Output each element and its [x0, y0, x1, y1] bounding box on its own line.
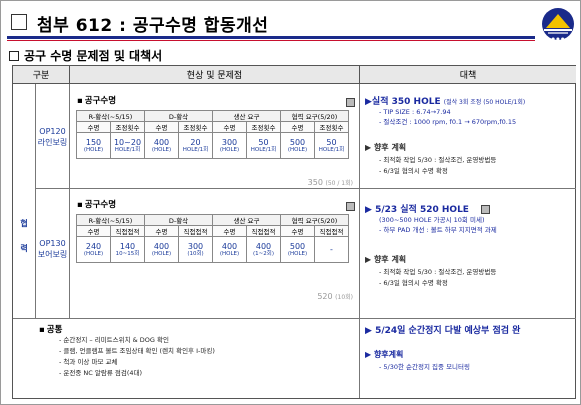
sub-col: 조정횟수 — [110, 121, 145, 133]
sub-col: 수명 — [212, 121, 247, 133]
row2-item-title: ▪ 공구수명 — [77, 200, 117, 210]
sub-col: 수명 — [144, 121, 179, 133]
row1-measure-note: - 절삭조건 : 1000 rpm, f0.1 → 670rpm,f0.15 — [379, 118, 517, 126]
common-list: - 순간정지 – 리미트스위치 & DOG 확인 - 클램, 언클램프 볼트 조… — [59, 335, 215, 379]
checkbox-square-icon — [11, 14, 27, 30]
section-title: 공구 수명 문제점 및 대책서 — [9, 47, 162, 64]
row1-tool-life-table: R-황삭(~5/15) D-황삭 생산 요구 협력 요구(5/20) 수명 조정… — [76, 110, 349, 159]
col-header-measure: 대책 — [359, 66, 576, 84]
sub-col: 직접접적 — [246, 225, 281, 237]
sub-header: 협력 요구(5/20) — [280, 110, 349, 122]
sub-col: 수명 — [280, 121, 315, 133]
divider — [35, 188, 576, 189]
value-cell: 400 (HOLE) — [212, 236, 247, 263]
value-cell: 300 (HOLE) — [212, 132, 247, 159]
divider — [69, 84, 70, 318]
chart-thumbnail-icon[interactable] — [346, 98, 355, 107]
value-cell: 50 HOLE/1회 — [314, 132, 349, 159]
value-cell: 500 (HOLE) — [280, 132, 315, 159]
sub-col: 직접접적 — [314, 225, 349, 237]
slide: 첨부 612 : 공구수명 합동개선 ● ● ● 공구 수명 문제점 및 대책서… — [0, 0, 581, 405]
row2-total: 520 (10회) — [317, 292, 353, 301]
sub-header: 협력 요구(5/20) — [280, 214, 349, 226]
value-cell: 20 HOLE/1회 — [178, 132, 213, 159]
issue-table: 구분 현상 및 문제점 대책 협 력 OP120 라인보링 OP130 보어보링 ▪… — [12, 65, 576, 399]
sub-col: 수명 — [280, 225, 315, 237]
common-item: - 순간정지 – 리미트스위치 & DOG 확인 — [59, 336, 169, 344]
value-cell: 300 (10회) — [178, 236, 213, 263]
category-char-2: 력 — [20, 244, 28, 253]
value-cell: 50 HOLE/1회 — [246, 132, 281, 159]
chart-thumbnail-icon[interactable] — [346, 202, 355, 211]
chart-thumbnail-icon[interactable] — [481, 205, 490, 214]
sub-col: 조정횟수 — [246, 121, 281, 133]
value-cell: 140 10~15회 — [110, 236, 145, 263]
title-rule-red — [7, 40, 535, 41]
divider — [13, 318, 576, 319]
page-title: 첨부 612 : 공구수명 합동개선 — [37, 16, 269, 36]
sub-col: 수명 — [76, 121, 111, 133]
sub-col: 수명 — [212, 225, 247, 237]
value-cell: 10~20 HOLE/1회 — [110, 132, 145, 159]
value-cell: 400 (1~2회) — [246, 236, 281, 263]
row-label-op130: OP130 보어보링 — [37, 239, 68, 259]
common-measure-title: ▶ 5/24일 순간정지 다발 예상부 점검 완 — [365, 326, 521, 336]
company-logo-icon: ● ● ● — [542, 8, 574, 41]
sub-header: D-황삭 — [144, 110, 213, 122]
svg-text:● ● ●: ● ● ● — [551, 36, 565, 41]
title-rule — [7, 36, 535, 39]
category-char-1: 협 — [20, 219, 28, 228]
col-header-issue: 현상 및 문제점 — [69, 66, 359, 84]
row1-plan-item: - 6/3일 협의시 수명 확정 — [379, 167, 448, 175]
row1-measure-note: - TIP SIZE : 6.74→7.94 — [379, 108, 451, 116]
row1-item-title: ▪ 공구수명 — [77, 96, 117, 106]
common-plan-title: ▶ 향후계획 — [365, 350, 404, 359]
row1-total: 350 (50 / 1회) — [307, 178, 353, 187]
value-cell: - — [314, 236, 349, 263]
row2-plan-item: - 6/3일 협의시 수명 확정 — [379, 279, 448, 287]
sub-header: R-황삭(~5/15) — [76, 110, 145, 122]
row-label-op120: OP120 라인보링 — [37, 127, 68, 147]
row2-tool-life-table: R-황삭(~5/15) D-황삭 생산 요구 협력 요구(5/20) 수명 직접… — [76, 214, 349, 263]
sub-header: 생산 요구 — [212, 110, 281, 122]
sub-col: 직접접적 — [110, 225, 145, 237]
sub-col: 수명 — [76, 225, 111, 237]
row2-measure-title: ▶ 5/23 실적 520 HOLE — [365, 205, 469, 215]
row2-plan-item: - 최적화 작업 5/30 : 절삭조건, 운영방법등 — [379, 268, 497, 276]
section-title-text: 공구 수명 문제점 및 대책서 — [24, 49, 163, 63]
value-cell: 150 (HOLE) — [76, 132, 111, 159]
row1-plan-item: - 최적화 작업 5/30 : 절삭조건, 운영방법등 — [379, 156, 497, 164]
category-label: 협 력 — [17, 218, 31, 254]
sub-col: 조정횟수 — [314, 121, 349, 133]
sub-header: D-황삭 — [144, 214, 213, 226]
sub-col: 조정횟수 — [178, 121, 213, 133]
row1-plan-title: ▶ 향후 계획 — [365, 143, 407, 152]
common-item: - 클램, 언클램프 볼트 조임상태 확인 (렌치 확인후 I-마킹) — [59, 347, 215, 355]
sub-col: 수명 — [144, 225, 179, 237]
value-cell: 400 (HOLE) — [144, 236, 179, 263]
common-item: - 운전중 NC 알람류 점검(4대) — [59, 369, 143, 377]
section-square-icon — [9, 51, 19, 61]
divider — [359, 84, 360, 398]
common-title: ▪ 공통 — [39, 325, 63, 335]
sub-header: R-황삭(~5/15) — [76, 214, 145, 226]
value-cell: 400 (HOLE) — [144, 132, 179, 159]
divider — [35, 84, 36, 318]
value-cell: 500 (HOLE) — [280, 236, 315, 263]
sub-header: 생산 요구 — [212, 214, 281, 226]
col-header-category: 구분 — [13, 66, 69, 84]
row2-measure-sub: (300~500 HOLE 가공시 10회 미세) — [379, 216, 485, 224]
title-bar: 첨부 612 : 공구수명 합동개선 — [7, 7, 547, 37]
value-cell: 240 (HOLE) — [76, 236, 111, 263]
common-item: - 척과 이상 마모 교체 — [59, 358, 118, 366]
row2-measure-note: - 하부 PAD 개선 : 볼트 하부 지지면적 과제 — [379, 226, 497, 234]
common-plan-item: - 5/30한 순간정지 집중 모니터링 — [379, 363, 470, 371]
row1-measure-title: ▶실적 350 HOLE (절삭 3회 조정 (50 HOLE/1회) — [365, 97, 526, 107]
sub-col: 직접접적 — [178, 225, 213, 237]
row2-plan-title: ▶ 향후 계획 — [365, 255, 407, 264]
